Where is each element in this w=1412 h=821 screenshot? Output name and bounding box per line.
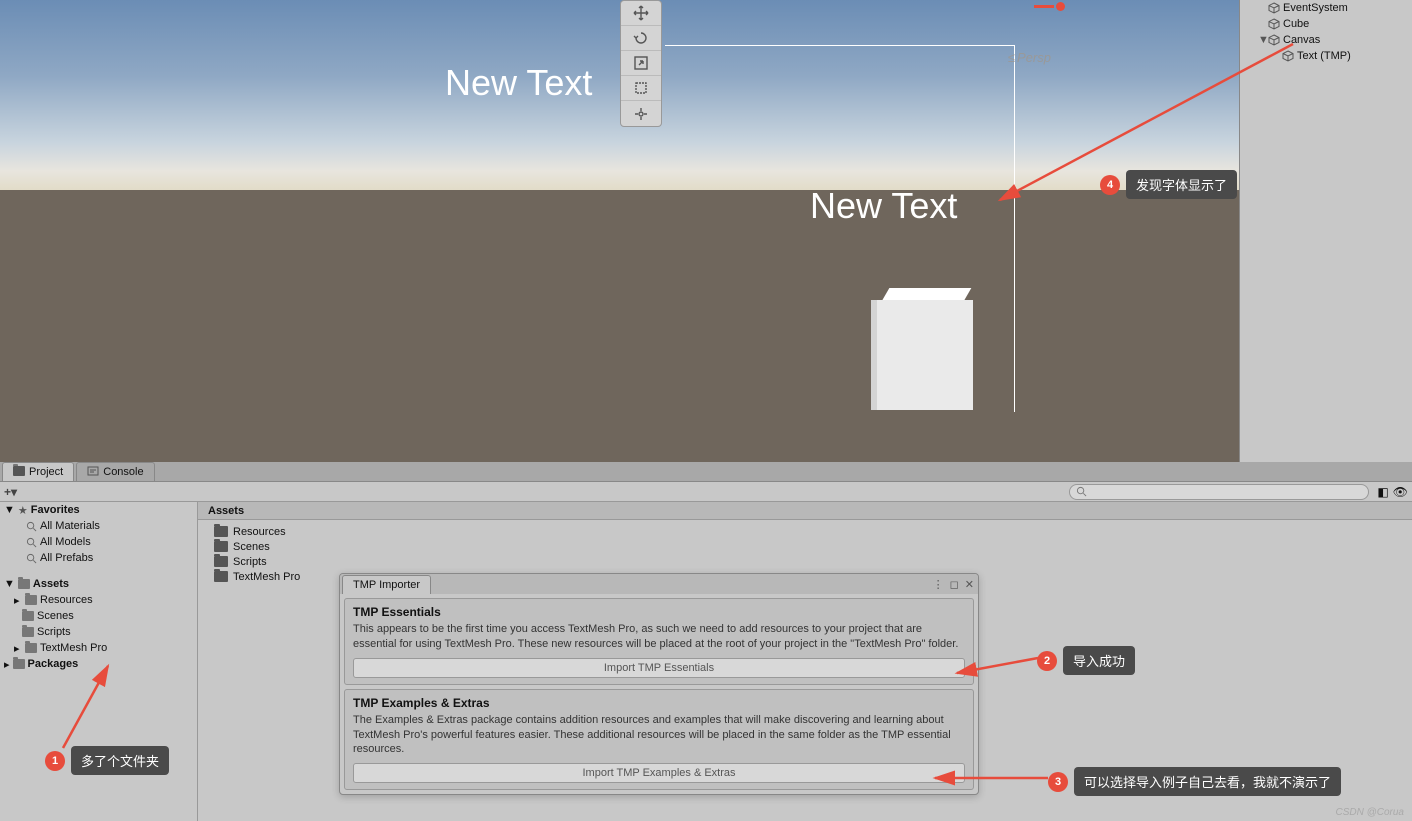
badge-3: 3 bbox=[1048, 772, 1068, 792]
tool-move-icon[interactable] bbox=[621, 1, 661, 26]
scene-ground bbox=[0, 190, 1239, 462]
assets-header[interactable]: ▼Assets bbox=[0, 576, 197, 592]
tmp-essentials-section: TMP Essentials This appears to be the fi… bbox=[344, 598, 974, 685]
import-essentials-button[interactable]: Import TMP Essentials bbox=[353, 658, 965, 678]
import-extras-button[interactable]: Import TMP Examples & Extras bbox=[353, 763, 965, 783]
breadcrumb[interactable]: Assets bbox=[198, 502, 1412, 520]
callout-1: 1 多了个文件夹 bbox=[45, 746, 169, 775]
favorite-item[interactable]: All Materials bbox=[0, 518, 197, 534]
tool-rect-icon[interactable] bbox=[621, 76, 661, 101]
asset-folder[interactable]: Scripts bbox=[0, 624, 197, 640]
tool-rotate-icon[interactable] bbox=[621, 26, 661, 51]
badge-1: 1 bbox=[45, 751, 65, 771]
favorite-item[interactable]: All Models bbox=[0, 534, 197, 550]
tab-project[interactable]: Project bbox=[2, 462, 74, 481]
bottom-tabs: Project Console bbox=[0, 462, 1412, 482]
add-button[interactable]: +▾ bbox=[4, 485, 17, 499]
section-title: TMP Examples & Extras bbox=[353, 696, 965, 710]
asset-folder[interactable]: ▸TextMesh Pro bbox=[0, 640, 197, 656]
tool-combined-icon[interactable] bbox=[621, 101, 661, 126]
tool-scale-icon[interactable] bbox=[621, 51, 661, 76]
menu-icon[interactable]: ⋮ bbox=[933, 578, 944, 591]
badge-2: 2 bbox=[1037, 651, 1057, 671]
scene-text-1: New Text bbox=[445, 62, 592, 104]
section-body: This appears to be the first time you ac… bbox=[353, 622, 965, 652]
scene-toolbox bbox=[620, 0, 662, 127]
list-item[interactable]: Scenes bbox=[214, 539, 1412, 554]
packages-header[interactable]: ▸Packages bbox=[0, 656, 197, 672]
persp-label[interactable]: Persp bbox=[1008, 50, 1051, 65]
section-body: The Examples & Extras package contains a… bbox=[353, 713, 965, 758]
scene-text-2: New Text bbox=[810, 185, 957, 227]
hierarchy-label: Cube bbox=[1283, 18, 1309, 30]
tab-console[interactable]: Console bbox=[76, 462, 154, 481]
console-icon bbox=[87, 465, 99, 480]
scene-cube[interactable] bbox=[873, 288, 973, 410]
hierarchy-label: EventSystem bbox=[1283, 2, 1348, 14]
watermark: CSDN @Corua bbox=[1335, 807, 1404, 818]
tmp-titlebar[interactable]: TMP Importer ⋮ ◻ ✕ bbox=[340, 574, 978, 594]
list-item[interactable]: Scripts bbox=[214, 554, 1412, 569]
maximize-icon[interactable]: ◻ bbox=[950, 578, 959, 591]
callout-4: 4 发现字体显示了 bbox=[1100, 170, 1237, 199]
badge-4: 4 bbox=[1100, 175, 1120, 195]
hierarchy-item[interactable]: Text (TMP) bbox=[1240, 48, 1412, 64]
hierarchy-item[interactable]: ▼ Canvas bbox=[1240, 32, 1412, 48]
folder-icon bbox=[13, 466, 25, 479]
list-item[interactable]: Resources bbox=[214, 524, 1412, 539]
callout-2: 2 导入成功 bbox=[1037, 646, 1135, 675]
search-input[interactable] bbox=[1069, 484, 1369, 500]
tmp-importer-window[interactable]: TMP Importer ⋮ ◻ ✕ TMP Essentials This a… bbox=[339, 573, 979, 795]
tmp-tab[interactable]: TMP Importer bbox=[342, 575, 431, 594]
filter-icon[interactable]: ◧ bbox=[1377, 485, 1388, 499]
hierarchy-panel: EventSystem Cube ▼ Canvas Text (TMP) bbox=[1239, 0, 1412, 462]
asset-folder[interactable]: ▸Resources bbox=[0, 592, 197, 608]
favorites-header[interactable]: ▼★Favorites bbox=[0, 502, 197, 518]
hierarchy-label: Text (TMP) bbox=[1297, 50, 1351, 62]
eye-icon[interactable]: 👁 bbox=[1393, 485, 1408, 499]
close-icon[interactable]: ✕ bbox=[965, 578, 974, 591]
hierarchy-label: Canvas bbox=[1283, 34, 1320, 46]
tmp-extras-section: TMP Examples & Extras The Examples & Ext… bbox=[344, 689, 974, 791]
hierarchy-item[interactable]: Cube bbox=[1240, 16, 1412, 32]
hierarchy-item[interactable]: EventSystem bbox=[1240, 0, 1412, 16]
asset-folder[interactable]: Scenes bbox=[0, 608, 197, 624]
section-title: TMP Essentials bbox=[353, 605, 965, 619]
project-toolbar: +▾ ◧ 👁 bbox=[0, 482, 1412, 502]
callout-3: 3 可以选择导入例子自己去看，我就不演示了 bbox=[1048, 767, 1341, 796]
toolbar-icons: ◧ 👁 bbox=[1377, 485, 1408, 499]
favorite-item[interactable]: All Prefabs bbox=[0, 550, 197, 566]
orientation-gizmo[interactable] bbox=[1034, 0, 1064, 14]
